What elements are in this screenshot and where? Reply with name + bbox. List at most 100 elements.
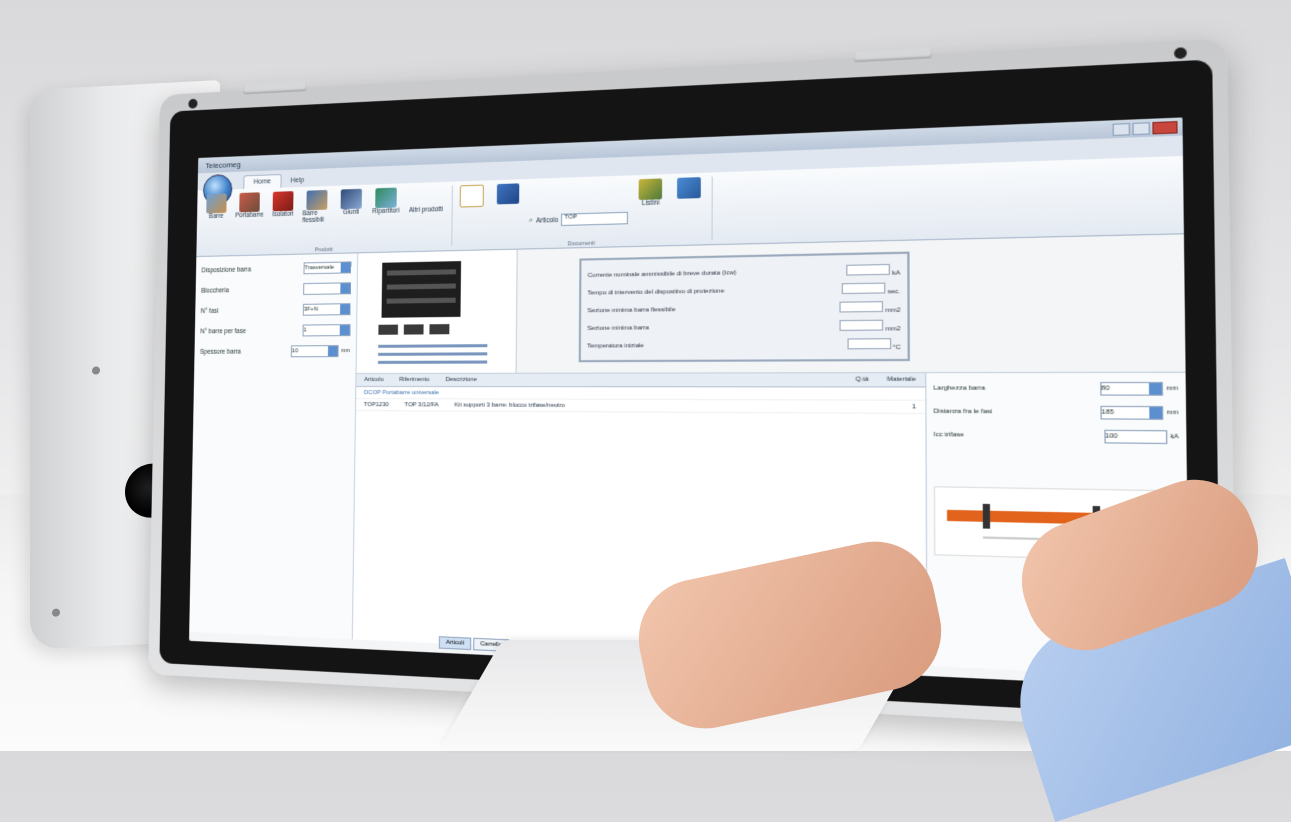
isolatori-button[interactable]: Isolatori xyxy=(268,191,297,250)
unit-label: mm2 xyxy=(884,307,901,315)
dialog-row: Sezione minima barra mm2 xyxy=(587,319,901,335)
barre-flessibili-button[interactable]: Barre flessibili xyxy=(302,189,331,250)
field-label: Distanza fra le fasi xyxy=(933,408,993,416)
window-title: Telecomeg xyxy=(205,159,241,170)
dropdown-arrow-icon xyxy=(340,262,351,273)
dropdown-arrow-icon xyxy=(327,346,338,357)
ribbon-group-documents: ⌕ Articolo TOP Listini Documenti xyxy=(456,176,714,247)
altri-prodotti-button[interactable]: Altri prodotti xyxy=(406,186,446,247)
grid-icon xyxy=(677,177,702,199)
icc-stepper[interactable]: 100 xyxy=(1103,429,1167,445)
more-icon xyxy=(415,186,437,207)
field-larghezza: Larghezza barra 80 mm xyxy=(933,382,1178,396)
cell-qta: 1 xyxy=(911,403,916,411)
dropdown-arrow-icon xyxy=(1148,383,1162,395)
ripartitori-button[interactable]: Ripartitori xyxy=(371,187,401,248)
column-header[interactable]: Descrizione xyxy=(438,377,847,384)
bar-icon xyxy=(206,193,227,214)
price-list-icon xyxy=(638,178,663,201)
tab-help[interactable]: Help xyxy=(281,174,314,188)
barre-label: Barre xyxy=(208,212,224,221)
dropdown-value: 10 xyxy=(291,348,299,355)
save-button[interactable] xyxy=(492,183,523,245)
dropdown-arrow-icon xyxy=(340,304,350,315)
dialog-area: Corrente nominale ammissibile di breve d… xyxy=(517,234,1186,372)
column-header[interactable]: Q.tà xyxy=(846,377,877,384)
field-label: Bloccheria xyxy=(201,286,230,295)
column-header[interactable]: Articolo xyxy=(356,377,391,383)
giunti-label: Giunti xyxy=(342,208,360,217)
group-label: DCOP Portabarre universale xyxy=(363,389,439,396)
larghezza-dropdown[interactable]: 80 xyxy=(1099,382,1163,396)
close-button[interactable] xyxy=(1152,120,1178,134)
distributor-icon xyxy=(375,187,397,209)
cell-articolo: TOP1230 xyxy=(363,401,389,408)
insulator-icon xyxy=(272,191,294,212)
fasi-dropdown[interactable]: 3F+N xyxy=(302,303,351,316)
hinge xyxy=(853,47,933,63)
dropdown-value: Trasversale xyxy=(304,264,335,272)
listini-label: Listini xyxy=(641,199,660,208)
dropdown-value: 3F+N xyxy=(303,306,319,313)
spessore-control: 10 mm xyxy=(290,345,350,358)
disposizione-dropdown[interactable]: Trasversale xyxy=(303,261,352,275)
grid-view-button[interactable] xyxy=(673,177,706,241)
dialog-row: Corrente nominale ammissibile di breve d… xyxy=(588,263,900,282)
table-row[interactable]: TOP1230 TOP 3/12/FA Kit supporti 3 barre… xyxy=(355,399,926,415)
spessore-dropdown[interactable]: 10 xyxy=(290,345,339,358)
product-preview xyxy=(356,249,518,373)
grid-header: Articolo Riferimento Descrizione Q.tà Ma… xyxy=(356,373,926,388)
tab-articoli[interactable]: Articoli xyxy=(438,636,472,651)
unit-label: mm xyxy=(1166,385,1179,393)
isolatori-label: Isolatori xyxy=(272,210,294,219)
ribbon-group-products: Barre Portabarre Isolatori Barre flessib… xyxy=(201,185,453,253)
bloccheria-dropdown[interactable] xyxy=(303,282,352,295)
field-disposizione: Disposizione barra Trasversale xyxy=(201,261,352,276)
dialog-row: Temperatura iniziale °C xyxy=(587,338,901,353)
article-search-label: Articolo xyxy=(535,216,559,225)
portabarre-button[interactable]: Portabarre xyxy=(235,192,264,251)
listini-button[interactable]: Listini xyxy=(635,178,667,241)
cell-riferimento: TOP 3/12/FA xyxy=(404,401,439,408)
joint-icon xyxy=(340,188,362,210)
icw-input[interactable] xyxy=(846,263,891,276)
portabarre-label: Portabarre xyxy=(235,211,264,220)
distanza-dropdown[interactable]: 185 xyxy=(1100,405,1164,420)
tab-home[interactable]: Home xyxy=(243,174,282,189)
tempo-input[interactable] xyxy=(842,282,886,295)
column-header[interactable]: Riferimento xyxy=(391,377,437,383)
new-document-button[interactable] xyxy=(456,184,487,246)
sezione-flessibile-output xyxy=(839,301,884,313)
field-icc: Icc trifase 100 kA xyxy=(933,428,1179,445)
dropdown-value: 80 xyxy=(1101,385,1110,393)
diagram-support xyxy=(982,503,991,529)
field-label: Larghezza barra xyxy=(933,385,986,393)
unit-label: kA xyxy=(1170,433,1179,441)
field-label: Spessore barra xyxy=(199,348,241,356)
barre-flessibili-label: Barre flessibili xyxy=(302,209,325,225)
field-label: Icc trifase xyxy=(933,431,965,439)
dialog-label: Tempo di intervento del dispositivo di p… xyxy=(587,288,725,297)
dropdown-value: 185 xyxy=(1101,409,1115,417)
clipboard-icon xyxy=(459,184,484,208)
unit-label: °C xyxy=(892,344,901,352)
field-spessore: Spessore barra 10 mm xyxy=(200,345,350,358)
barre-button[interactable]: Barre xyxy=(202,193,230,252)
short-circuit-dialog: Corrente nominale ammissibile di breve d… xyxy=(578,251,910,363)
column-header[interactable]: Materiale xyxy=(878,376,925,383)
busbar-support-illustration xyxy=(377,261,488,364)
stepper-value: 100 xyxy=(1105,433,1118,441)
barre-per-fase-dropdown[interactable]: 1 xyxy=(302,324,351,337)
screw xyxy=(1174,47,1187,60)
giunti-button[interactable]: Giunti xyxy=(336,188,366,249)
minimize-button[interactable] xyxy=(1112,122,1131,136)
field-barre-per-fase: N° barre per fase 1 xyxy=(200,324,351,337)
maximize-button[interactable] xyxy=(1132,121,1150,135)
hinge xyxy=(243,81,307,95)
field-label: N° barre per fase xyxy=(200,327,247,335)
article-search-input[interactable]: TOP xyxy=(561,211,629,227)
unit-label: sec. xyxy=(887,288,901,296)
rear-screw xyxy=(52,608,60,617)
unit-label: mm xyxy=(1166,409,1179,417)
busbar-holder-icon xyxy=(239,192,260,213)
